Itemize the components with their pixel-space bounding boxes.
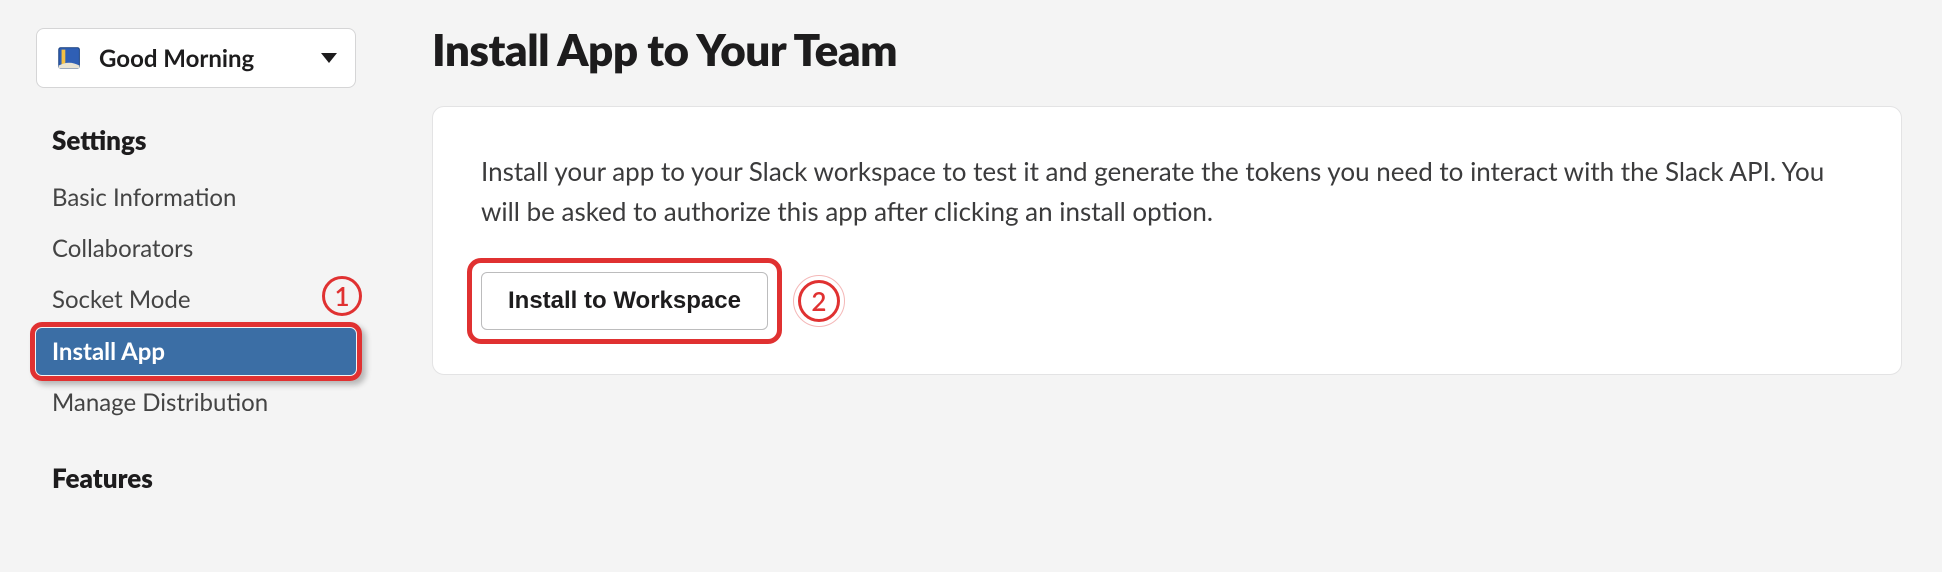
install-to-workspace-button[interactable]: Install to Workspace [481,272,768,330]
app-picker-label: Good Morning [99,44,254,73]
book-icon [55,43,85,73]
sidebar-heading-settings: Settings [52,124,356,156]
sidebar-item-socket-mode[interactable]: Socket Mode [36,276,356,323]
chevron-down-icon [321,53,337,63]
sidebar: Good Morning Settings Basic Information … [0,0,380,512]
install-description: Install your app to your Slack workspace… [481,151,1853,232]
annotation-callout-2: 2 [798,280,840,322]
sidebar-heading-features: Features [52,462,356,494]
sidebar-item-manage-distribution[interactable]: Manage Distribution [36,379,356,426]
install-card: Install your app to your Slack workspace… [432,106,1902,375]
main: Install App to Your Team Install your ap… [380,0,1942,375]
sidebar-item-basic-information[interactable]: Basic Information [36,174,356,221]
sidebar-item-install-app[interactable]: Install App [36,328,356,375]
page-title: Install App to Your Team [432,24,1902,76]
app-picker[interactable]: Good Morning [36,28,356,88]
sidebar-item-collaborators[interactable]: Collaborators [36,225,356,272]
